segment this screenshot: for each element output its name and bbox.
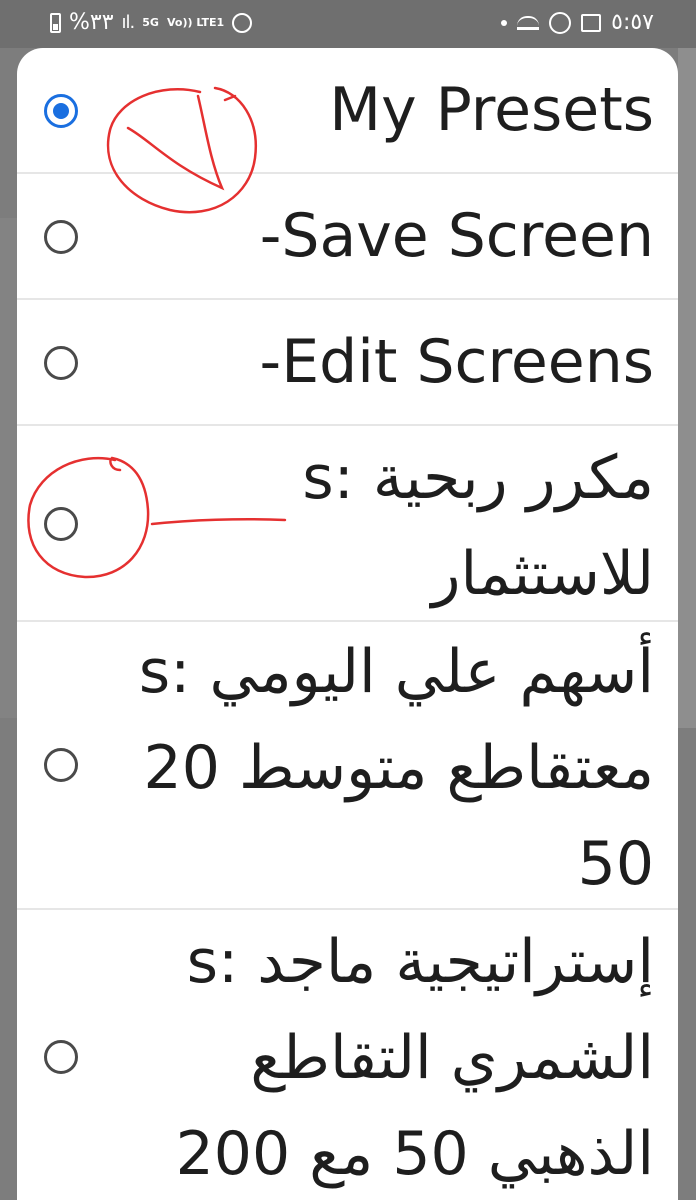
status-bar-left: %٣٣ ıl. 5G Vo)) LTE1 bbox=[50, 10, 253, 35]
alarm-icon bbox=[232, 12, 253, 33]
preset-option-label: -Edit Screens bbox=[259, 327, 654, 397]
preset-option-save-screen[interactable]: -Save Screen bbox=[17, 174, 678, 300]
preset-option-ali-daily-stocks[interactable]: أسهم علي اليومي :s معتقاطع متوسط 20 50 bbox=[17, 622, 678, 910]
preset-option-label: My Presets bbox=[329, 75, 654, 145]
battery-icon bbox=[50, 12, 61, 33]
radio-button[interactable] bbox=[44, 1040, 78, 1074]
volte-badge: Vo)) LTE1 bbox=[166, 16, 225, 29]
gallery-icon bbox=[581, 13, 602, 32]
status-bar: %٣٣ ıl. 5G Vo)) LTE1 ٥:٥٧ bbox=[0, 0, 696, 48]
preset-option-label: مكرر ربحية :s للاستثمار bbox=[302, 443, 654, 609]
status-bar-right: ٥:٥٧ bbox=[501, 10, 654, 35]
background-app-edge bbox=[678, 48, 696, 728]
preset-option-label: إستراتيجية ماجد :s الشمري التقاطع الذهبي… bbox=[175, 927, 654, 1189]
preset-option-majed-strategy[interactable]: إستراتيجية ماجد :s الشمري التقاطع الذهبي… bbox=[17, 910, 678, 1200]
radio-button-selected[interactable] bbox=[44, 94, 78, 128]
notification-dot-icon bbox=[501, 19, 508, 26]
prayer-app-icon bbox=[517, 15, 540, 30]
preset-option-edit-screens[interactable]: -Edit Screens bbox=[17, 300, 678, 426]
preset-option-my-presets[interactable]: My Presets bbox=[17, 48, 678, 174]
preset-option-label: أسهم علي اليومي :s معتقاطع متوسط 20 50 bbox=[138, 637, 654, 899]
radio-button[interactable] bbox=[44, 748, 78, 782]
radio-button[interactable] bbox=[44, 220, 78, 254]
whatsapp-icon bbox=[549, 11, 572, 34]
network-5g-badge: 5G bbox=[142, 16, 159, 29]
preset-option-label: -Save Screen bbox=[259, 201, 654, 271]
radio-button[interactable] bbox=[44, 346, 78, 380]
background-app-edge-left bbox=[0, 218, 18, 718]
radio-button[interactable] bbox=[44, 507, 78, 541]
preset-option-profit-multiple[interactable]: مكرر ربحية :s للاستثمار bbox=[17, 426, 678, 622]
signal-bars-icon: ıl. bbox=[121, 12, 136, 33]
battery-percent: %٣٣ bbox=[69, 10, 114, 35]
presets-dialog: My Presets -Save Screen -Edit Screens مك… bbox=[17, 48, 678, 1200]
clock: ٥:٥٧ bbox=[611, 10, 654, 35]
